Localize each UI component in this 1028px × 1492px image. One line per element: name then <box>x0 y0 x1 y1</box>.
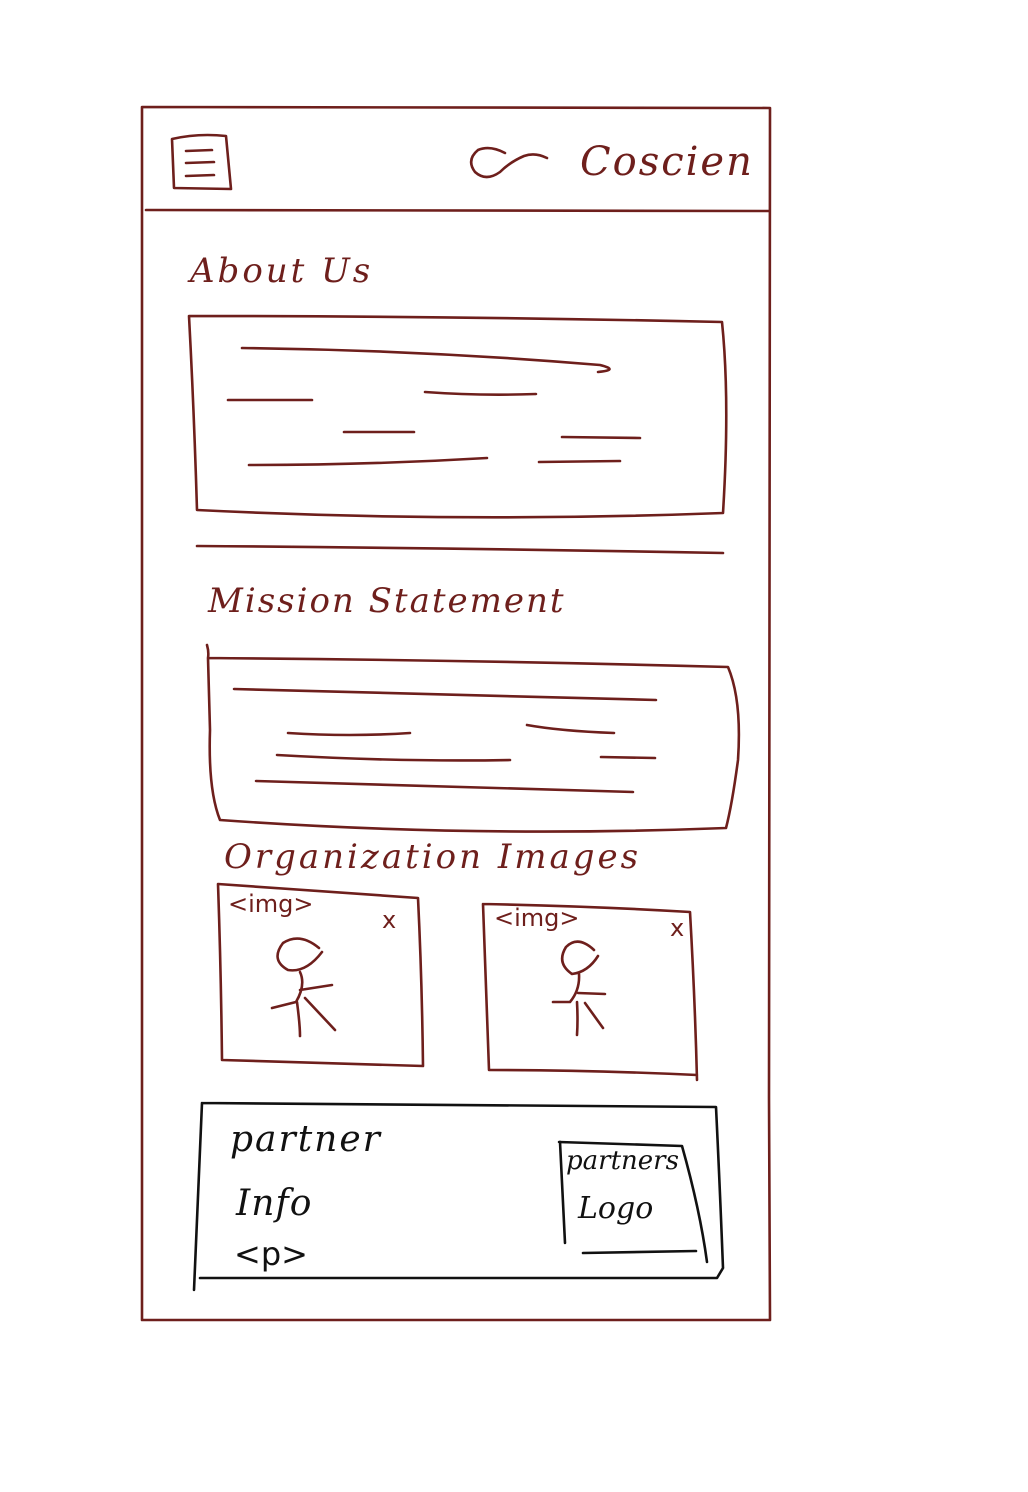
partner-logo-line2: Logo <box>578 1191 654 1226</box>
mission-card <box>205 643 741 833</box>
image-tag: <img> <box>494 904 580 932</box>
partner-info-line1: partner <box>230 1119 382 1160</box>
menu-button[interactable] <box>166 128 238 196</box>
image-tag: <img> <box>228 890 314 918</box>
mission-heading: Mission Statement <box>208 581 566 621</box>
about-heading: About Us <box>190 251 374 291</box>
images-heading: Organization Images <box>224 837 642 877</box>
wireframe-sketch <box>140 105 772 1322</box>
section-divider <box>195 544 725 555</box>
brand-name: Coscien <box>580 139 754 185</box>
partner-logo-line1: partners <box>566 1146 679 1176</box>
partner-info-tag: <p> <box>234 1235 308 1273</box>
image-close-button[interactable]: x <box>382 908 396 932</box>
partner-info-line2: Info <box>236 1183 313 1224</box>
person-placeholder-icon <box>551 940 607 1037</box>
person-placeholder-icon <box>270 937 337 1038</box>
header-divider <box>144 208 771 213</box>
about-card <box>187 314 728 519</box>
image-close-button[interactable]: x <box>670 916 684 940</box>
